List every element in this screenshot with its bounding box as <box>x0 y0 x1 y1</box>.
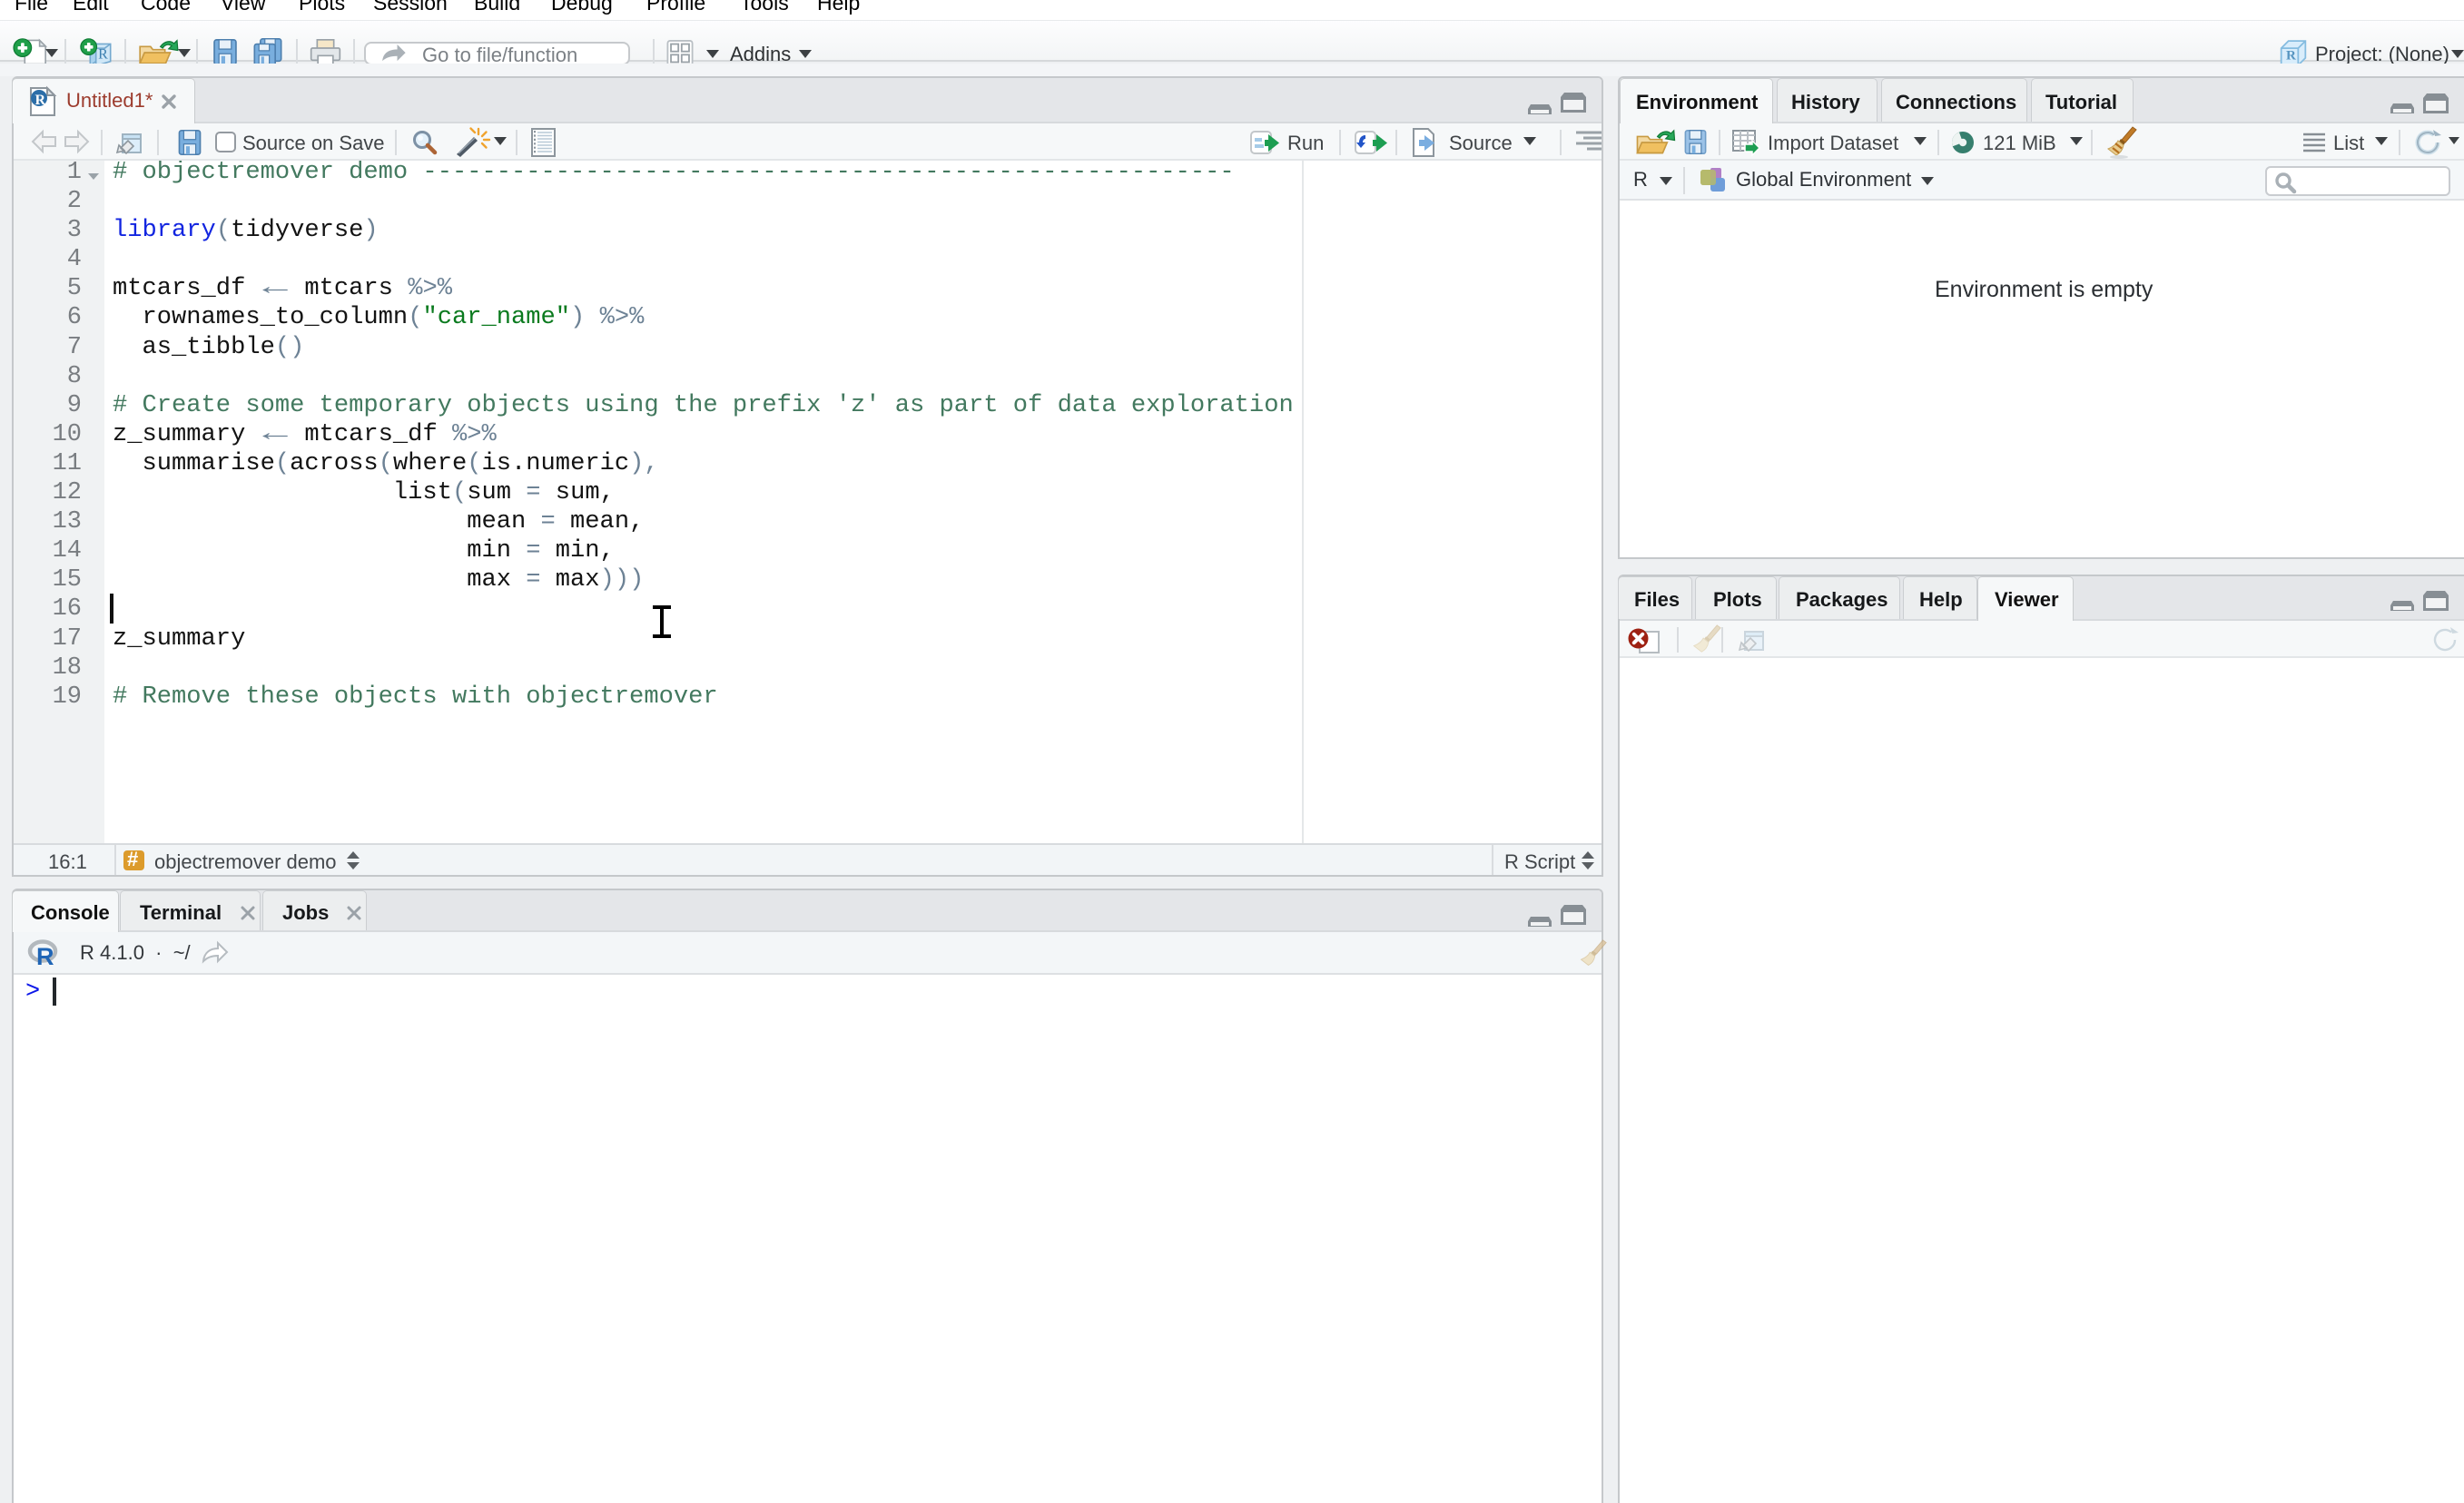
svg-text:R: R <box>35 93 46 108</box>
svg-text:R: R <box>2286 49 2297 64</box>
svg-text:R: R <box>36 943 54 970</box>
svg-text:R: R <box>98 46 108 62</box>
